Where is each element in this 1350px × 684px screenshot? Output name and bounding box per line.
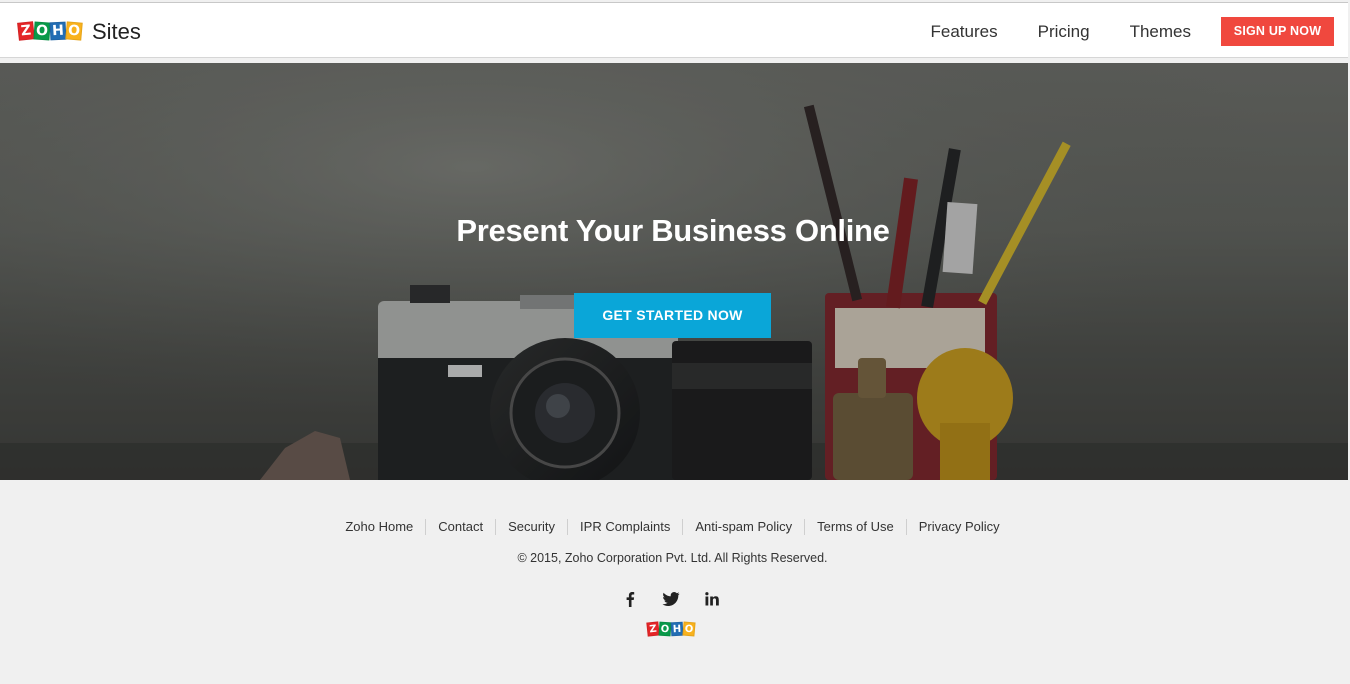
nav-pricing[interactable]: Pricing	[1038, 22, 1090, 42]
footer-link-security[interactable]: Security	[496, 519, 569, 535]
zoho-logo: Z O H O	[17, 21, 83, 41]
hero-banner: Present Your Business Online GET STARTED…	[0, 63, 1348, 480]
logo-letter-z: Z	[17, 21, 35, 41]
footer-link-privacy[interactable]: Privacy Policy	[907, 519, 1012, 535]
logo-letter-h: H	[49, 21, 67, 41]
footer-zoho-logo[interactable]: Z O H O	[646, 621, 696, 637]
brand-name: Sites	[92, 19, 141, 44]
footer-link-terms[interactable]: Terms of Use	[805, 519, 907, 535]
logo-letter-o: O	[682, 621, 696, 637]
twitter-icon[interactable]	[661, 589, 681, 609]
logo-letter-o: O	[658, 621, 672, 637]
get-started-button[interactable]: GET STARTED NOW	[574, 293, 771, 338]
logo-letter-o: O	[65, 21, 83, 41]
zoho-sites-logo[interactable]: Z O H O Sites	[17, 18, 141, 44]
footer-link-zoho-home[interactable]: Zoho Home	[333, 519, 427, 535]
logo-letter-h: H	[670, 621, 684, 637]
footer-link-anti-spam[interactable]: Anti-spam Policy	[683, 519, 806, 535]
hero-overlay	[0, 63, 1348, 480]
footer-link-ipr-complaints[interactable]: IPR Complaints	[568, 519, 684, 535]
top-navbar: Z O H O Sites Features Pricing Themes SI…	[0, 2, 1348, 58]
copyright-text: © 2015, Zoho Corporation Pvt. Ltd. All R…	[517, 551, 828, 565]
footer: Zoho Home Contact Security IPR Complaint…	[0, 480, 1350, 684]
sign-up-button[interactable]: SIGN UP NOW	[1221, 17, 1334, 46]
hero-title: Present Your Business Online	[456, 213, 890, 248]
footer-link-contact[interactable]: Contact	[426, 519, 497, 535]
nav-features[interactable]: Features	[931, 22, 998, 42]
nav-themes[interactable]: Themes	[1130, 22, 1191, 42]
linkedin-icon[interactable]	[702, 589, 722, 609]
facebook-icon[interactable]	[620, 589, 640, 609]
logo-letter-o: O	[33, 21, 51, 41]
main-nav: Features Pricing Themes SIGN UP NOW	[931, 17, 1334, 46]
social-links	[620, 589, 743, 609]
footer-links: Zoho Home Contact Security IPR Complaint…	[0, 519, 1345, 535]
